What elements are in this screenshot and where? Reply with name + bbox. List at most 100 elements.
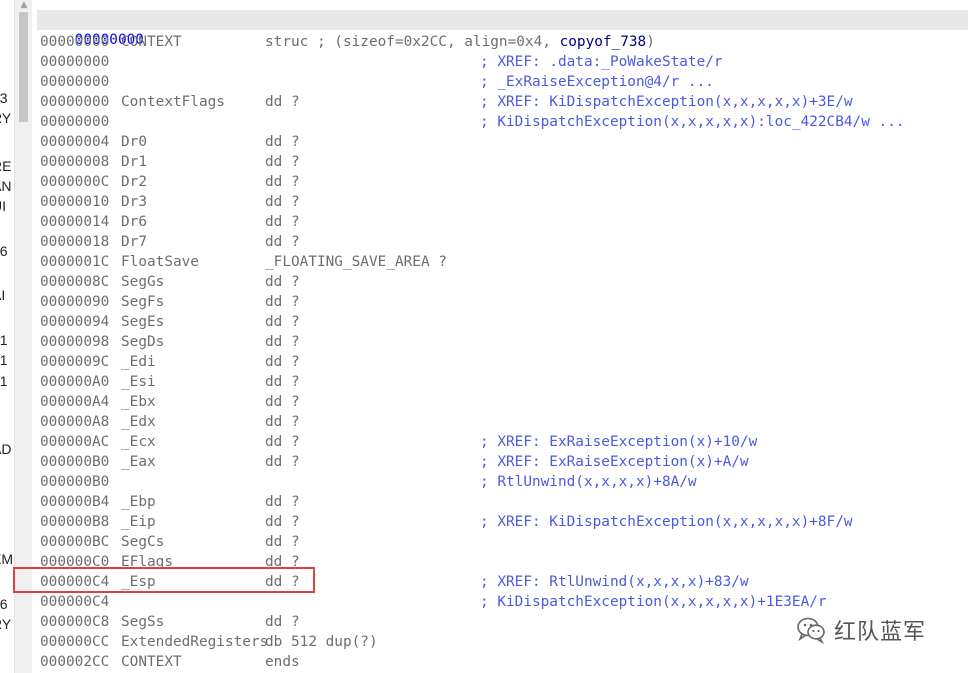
row-address: 00000098 (40, 334, 110, 350)
row-reference-link[interactable]: copyof_738 (560, 34, 647, 50)
row-address: 00000018 (40, 234, 110, 250)
listing-row[interactable]: 0000009C _Edi dd ? (37, 352, 968, 372)
row-symbol[interactable]: CONTEXT (121, 32, 182, 52)
separator-line[interactable]: 00000000 ; -----------------------------… (37, 0, 968, 28)
listing-row[interactable]: 00000000 ; _ExRaiseException@4/r ... (37, 72, 968, 92)
left-fragment-text: AD (0, 441, 12, 457)
listing-row[interactable]: 00000000 ; XREF: .data:_PoWakeState/r (37, 52, 968, 72)
row-symbol[interactable]: ContextFlags (121, 92, 225, 112)
row-declaration: dd ? (265, 532, 300, 552)
listing-row[interactable]: 000002CC CONTEXT ends (37, 652, 968, 672)
watermark-text: 红队蓝军 (834, 620, 927, 645)
row-symbol[interactable]: SegSs (121, 612, 164, 632)
listing-row[interactable]: 0000000C Dr2 dd ? (37, 172, 968, 192)
row-comment[interactable]: ; XREF: RtlUnwind(x,x,x,x)+83/w (480, 572, 749, 592)
row-symbol[interactable]: SegGs (121, 272, 164, 292)
listing-row[interactable]: 00000000 CONTEXT struc ; (sizeof=0x2CC, al… (37, 32, 968, 52)
row-type: dd ? (265, 234, 300, 250)
listing-row[interactable]: 00000014 Dr6 dd ? (37, 212, 968, 232)
row-symbol[interactable]: Dr7 (121, 232, 147, 252)
row-type: dd ? (265, 414, 300, 430)
row-type: dd ? (265, 294, 300, 310)
row-symbol[interactable]: _Edi (121, 352, 156, 372)
row-comment[interactable]: ; XREF: ExRaiseException(x)+A/w (480, 452, 749, 472)
row-type: dd ? (265, 334, 300, 350)
row-type: dd ? (265, 434, 300, 450)
row-declaration: dd ? (265, 492, 300, 512)
left-fragment-text: 86 (0, 596, 8, 612)
listing-row[interactable]: 000000A8 _Edx dd ? (37, 412, 968, 432)
row-declaration: dd ? (265, 392, 300, 412)
listing-row[interactable]: 00000008 Dr1 dd ? (37, 152, 968, 172)
listing-row[interactable]: 000000BC SegCs dd ? (37, 532, 968, 552)
row-symbol[interactable]: Dr3 (121, 192, 147, 212)
listing-row[interactable]: 000000A0 _Esi dd ? (37, 372, 968, 392)
row-declaration: ends (265, 652, 300, 672)
listing-row[interactable]: 000000B0 ; RtlUnwind(x,x,x,x)+8A/w (37, 472, 968, 492)
row-symbol[interactable]: _Ebx (121, 392, 156, 412)
listing-row[interactable]: 00000000 ContextFlags dd ? ; XREF: KiDispat… (37, 92, 968, 112)
listing-row[interactable]: 000000B4 _Ebp dd ? (37, 492, 968, 512)
listing-row[interactable]: 000000AC _Ecx dd ? ; XREF: ExRaiseException… (37, 432, 968, 452)
row-symbol[interactable]: _Ebp (121, 492, 156, 512)
row-address: 0000008C (40, 274, 110, 290)
row-address: 000000A8 (40, 414, 110, 430)
row-comment[interactable]: ; RtlUnwind(x,x,x,x)+8A/w (480, 472, 697, 492)
row-comment[interactable]: ; KiDispatchException(x,x,x,x,x):loc_422… (480, 112, 905, 132)
row-symbol[interactable]: Dr6 (121, 212, 147, 232)
row-symbol[interactable]: CONTEXT (121, 652, 182, 672)
listing-row[interactable]: 00000018 Dr7 dd ? (37, 232, 968, 252)
listing-row[interactable]: 000000B0 _Eax dd ? ; XREF: ExRaiseException… (37, 452, 968, 472)
listing-row[interactable]: 00000098 SegDs dd ? (37, 332, 968, 352)
row-address: 000000C4 (40, 594, 110, 610)
listing-row[interactable]: 00000094 SegEs dd ? (37, 312, 968, 332)
row-declaration: dd ? (265, 272, 300, 292)
row-comment[interactable]: ; KiDispatchException(x,x,x,x,x)+1E3EA/r (480, 592, 827, 612)
row-type: dd ? (265, 214, 300, 230)
listing-row[interactable]: 000000B8 _Eip dd ? ; XREF: KiDispatchExcept… (37, 512, 968, 532)
row-symbol[interactable]: SegDs (121, 332, 164, 352)
row-comment[interactable]: ; XREF: ExRaiseException(x)+10/w (480, 432, 757, 452)
row-declaration: dd ? (265, 192, 300, 212)
row-type: dd ? (265, 274, 300, 290)
row-address: 000000B0 (40, 474, 110, 490)
row-symbol[interactable]: SegCs (121, 532, 164, 552)
listing-row[interactable]: 00000010 Dr3 dd ? (37, 192, 968, 212)
row-symbol[interactable]: Dr1 (121, 152, 147, 172)
row-type: dd ? (265, 494, 300, 510)
row-symbol[interactable]: SegEs (121, 312, 164, 332)
row-address: 00000010 (40, 194, 110, 210)
row-symbol[interactable]: Dr0 (121, 132, 147, 152)
row-comment[interactable]: ; XREF: .data:_PoWakeState/r (480, 52, 723, 72)
row-symbol[interactable]: _Eax (121, 452, 156, 472)
listing-row[interactable]: 000000A4 _Ebx dd ? (37, 392, 968, 412)
row-symbol[interactable]: FloatSave (121, 252, 199, 272)
row-symbol[interactable]: _Eip (121, 512, 156, 532)
row-declaration: dd ? (265, 92, 300, 112)
listing-row[interactable]: 00000090 SegFs dd ? (37, 292, 968, 312)
row-comment[interactable]: ; _ExRaiseException@4/r ... (480, 72, 714, 92)
listing-row[interactable]: 0000001C FloatSave _FLOATING_SAVE_AREA ? (37, 252, 968, 272)
listing-row[interactable]: 0000008C SegGs dd ? (37, 272, 968, 292)
row-symbol[interactable]: _Edx (121, 412, 156, 432)
left-fragment-text: 63 (0, 90, 8, 106)
left-fragment-text: EM (0, 551, 13, 567)
left-fragment-text: RY (0, 616, 12, 632)
row-comment[interactable]: ; XREF: KiDispatchException(x,x,x,x,x)+8… (480, 512, 853, 532)
row-address: 000002CC (40, 654, 110, 670)
row-address: 000000B0 (40, 454, 110, 470)
listing-row[interactable]: 00000004 Dr0 dd ? (37, 132, 968, 152)
row-symbol[interactable]: _Ecx (121, 432, 156, 452)
row-comment[interactable]: ; XREF: KiDispatchException(x,x,x,x,x)+3… (480, 92, 853, 112)
scroll-up-arrow-icon[interactable]: ▲ (15, 0, 33, 10)
row-symbol[interactable]: ExtendedRegisters (121, 632, 268, 652)
row-symbol[interactable]: _Esi (121, 372, 156, 392)
row-symbol[interactable]: Dr2 (121, 172, 147, 192)
current-line[interactable]: 00000000 (37, 10, 968, 48)
row-type: _FLOATING_SAVE_AREA ? (265, 254, 447, 270)
listing-row[interactable]: 000000C4 ; KiDispatchException(x,x,x,x,x)… (37, 592, 968, 612)
scroll-thumb[interactable] (19, 12, 28, 122)
row-symbol[interactable]: SegFs (121, 292, 164, 312)
listing-row[interactable]: 00000000 ; KiDispatchException(x,x,x,x,x)… (37, 112, 968, 132)
row-address: 00000014 (40, 214, 110, 230)
